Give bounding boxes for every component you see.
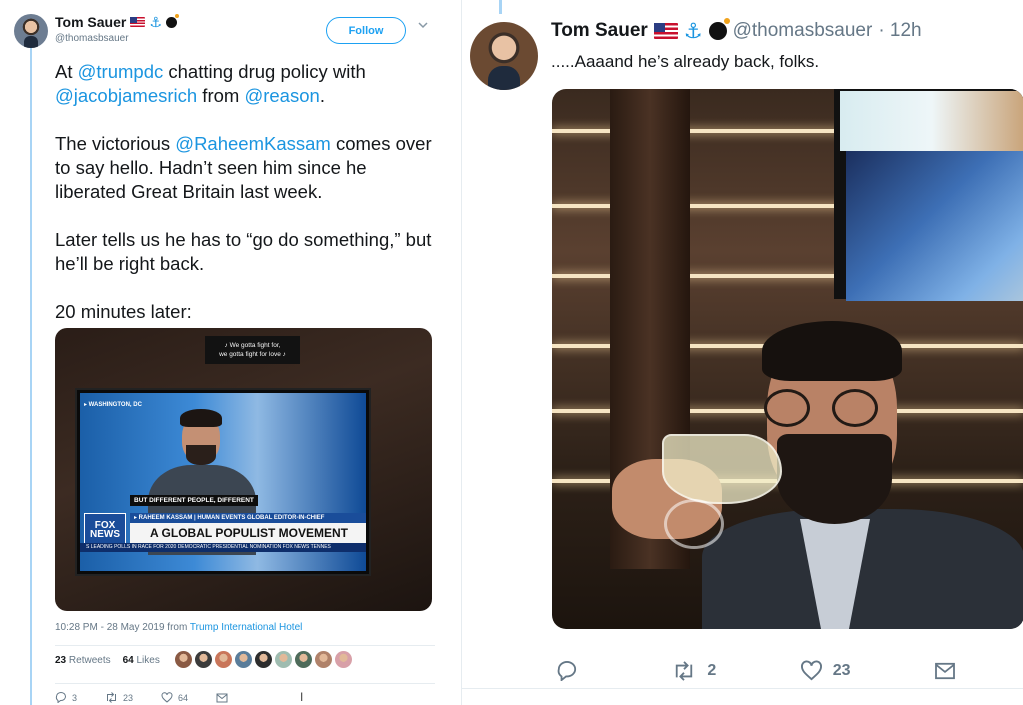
right-tweet: Tom Sauer ⚓ @thomasbsauer · 12h .....Aaa… bbox=[461, 0, 1023, 705]
bomb-icon bbox=[165, 13, 179, 28]
tweet-timestamp: 10:28 PM - 28 May 2019 from Trump Intern… bbox=[55, 622, 303, 633]
tweet-actions: 3 23 64 bbox=[55, 692, 228, 703]
mention-link[interactable]: @trumpdc bbox=[78, 61, 164, 82]
reply-icon bbox=[557, 660, 577, 681]
author-row: Tom Sauer ⚓ @thomasbsauer · 12h bbox=[551, 18, 922, 43]
thread-line bbox=[30, 48, 32, 705]
reply-button[interactable]: 3 bbox=[55, 692, 77, 703]
tweet-paragraph: Later tells us he has to “go do somethin… bbox=[55, 229, 432, 274]
liker-avatar[interactable] bbox=[195, 651, 212, 668]
eyeglasses bbox=[760, 389, 900, 427]
tweet-paragraph: 20 minutes later: bbox=[55, 301, 192, 322]
us-flag-icon bbox=[130, 17, 146, 27]
author-handle[interactable]: @thomasbsauer bbox=[55, 33, 129, 44]
likes-stat[interactable]: 64 Likes bbox=[123, 655, 160, 666]
mention-link[interactable]: @reason bbox=[244, 85, 319, 106]
envelope-icon bbox=[935, 662, 955, 679]
tv-frame: ▸ WASHINGTON, DC BUT DIFFERENT PEOPLE, D… bbox=[75, 388, 371, 576]
retweets-stat[interactable]: 23 Retweets bbox=[55, 655, 111, 666]
tweet-paragraph: The victorious @RaheemKassam comes over … bbox=[55, 133, 432, 202]
heart-icon bbox=[800, 660, 822, 681]
author-name[interactable]: Tom Sauer bbox=[55, 14, 126, 30]
thread-line bbox=[499, 0, 502, 14]
heart-icon bbox=[161, 692, 173, 703]
fox-news-logo: FOX NEWS bbox=[84, 513, 126, 547]
tv-screen: ▸ WASHINGTON, DC BUT DIFFERENT PEOPLE, D… bbox=[80, 393, 366, 571]
anchor-icon: ⚓ bbox=[683, 19, 703, 43]
like-button[interactable]: 64 bbox=[161, 692, 188, 703]
liker-avatar[interactable] bbox=[315, 651, 332, 668]
mention-link[interactable]: @RaheemKassam bbox=[175, 133, 331, 154]
liker-avatars[interactable] bbox=[175, 651, 352, 668]
liker-avatar[interactable] bbox=[255, 651, 272, 668]
liker-avatar[interactable] bbox=[235, 651, 252, 668]
chevron-down-icon[interactable] bbox=[418, 22, 428, 29]
message-button[interactable] bbox=[216, 692, 228, 703]
bomb-icon bbox=[708, 18, 730, 40]
avatar[interactable] bbox=[470, 22, 538, 90]
liker-avatar[interactable] bbox=[215, 651, 232, 668]
envelope-icon bbox=[216, 693, 228, 702]
news-headline: A GLOBAL POPULIST MOVEMENT bbox=[130, 523, 366, 543]
retweet-icon bbox=[107, 692, 117, 703]
left-tweet: Tom Sauer ⚓ @thomasbsauer Follow At @tru… bbox=[0, 0, 455, 705]
news-namebar: ▸ RAHEEM KASSAM | HUMAN EVENTS GLOBAL ED… bbox=[130, 513, 366, 523]
author-row: Tom Sauer ⚓ bbox=[55, 13, 179, 30]
news-caption: BUT DIFFERENT PEOPLE, DIFFERENT bbox=[130, 495, 258, 506]
liker-avatar[interactable] bbox=[175, 651, 192, 668]
follow-button[interactable]: Follow bbox=[326, 17, 406, 44]
liker-avatar[interactable] bbox=[275, 651, 292, 668]
message-button[interactable] bbox=[934, 662, 956, 680]
retweet-button[interactable]: 2 bbox=[671, 660, 716, 681]
tweet-actions: 2 23 bbox=[556, 660, 956, 681]
tweet-photo[interactable]: ♪ We gotta fight for, we gotta fight for… bbox=[55, 328, 432, 611]
us-flag-icon bbox=[653, 23, 678, 39]
anchor-icon: ⚓ bbox=[149, 14, 162, 30]
news-lower-third: FOX NEWS ▸ RAHEEM KASSAM | HUMAN EVENTS G… bbox=[80, 513, 366, 563]
place-link[interactable]: Trump International Hotel bbox=[190, 622, 302, 633]
wine-glass bbox=[662, 434, 782, 504]
reply-icon bbox=[55, 692, 66, 703]
liker-avatar[interactable] bbox=[335, 651, 352, 668]
author-name[interactable]: Tom Sauer bbox=[551, 20, 648, 42]
like-button[interactable]: 23 bbox=[800, 660, 851, 681]
retweet-icon bbox=[676, 660, 693, 681]
text-cursor-icon: I bbox=[300, 690, 304, 704]
tweet-photo[interactable] bbox=[552, 89, 1023, 629]
author-handle[interactable]: @thomasbsauer bbox=[733, 20, 873, 42]
divider bbox=[462, 688, 1023, 689]
tweet-time[interactable]: · 12h bbox=[878, 20, 921, 42]
reply-button[interactable] bbox=[556, 660, 588, 681]
engagement-stats: 23 Retweets 64 Likes bbox=[55, 655, 160, 666]
mention-link[interactable]: @jacobjamesrich bbox=[55, 85, 197, 106]
tweet-paragraph: At @trumpdc chatting drug policy with @j… bbox=[55, 61, 366, 106]
liker-avatar[interactable] bbox=[295, 651, 312, 668]
news-ticker: S LEADING POLLS IN RACE FOR 2020 DEMOCRA… bbox=[80, 543, 366, 552]
tweet-text: At @trumpdc chatting drug policy with @j… bbox=[55, 60, 440, 324]
avatar[interactable] bbox=[14, 14, 48, 48]
bar-tv bbox=[834, 89, 1023, 301]
news-dateline: ▸ WASHINGTON, DC bbox=[84, 402, 142, 408]
retweet-button[interactable]: 23 bbox=[105, 692, 133, 703]
tweet-text: .....Aaaand he’s already back, folks. bbox=[551, 52, 820, 71]
divider bbox=[55, 645, 435, 646]
lyric-caption: ♪ We gotta fight for, we gotta fight for… bbox=[205, 336, 300, 364]
divider bbox=[55, 683, 435, 684]
